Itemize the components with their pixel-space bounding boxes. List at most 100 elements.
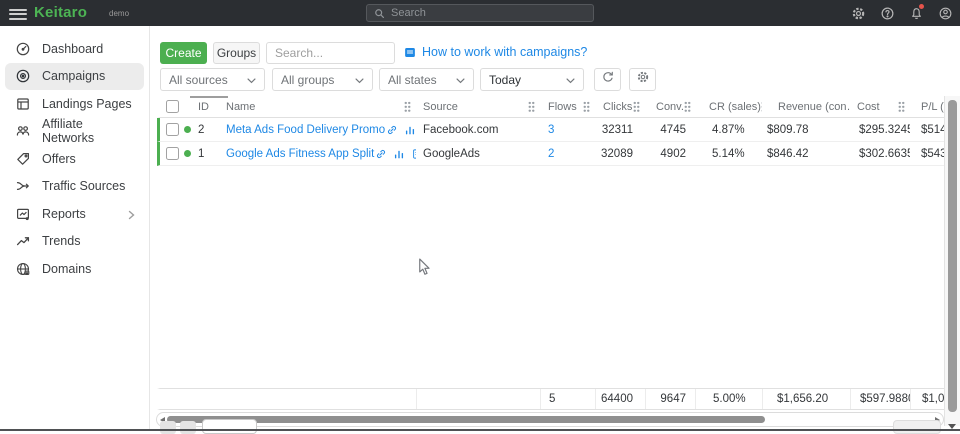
- settings-gear-icon[interactable]: [849, 4, 867, 22]
- drag-handle-icon[interactable]: [898, 101, 905, 112]
- rows-per-page-select[interactable]: [202, 419, 257, 434]
- drag-handle-icon[interactable]: [404, 101, 411, 112]
- pagination-prev-button[interactable]: [160, 421, 176, 434]
- campaign-name-link[interactable]: Meta Ads Food Delivery Promo: [226, 124, 385, 136]
- pl-value: $543: [910, 148, 944, 160]
- notifications-bell-icon[interactable]: [907, 4, 925, 22]
- campaign-stats-icon[interactable]: [392, 147, 405, 160]
- sidebar: Dashboard Campaigns Landings Pages Affil…: [0, 26, 150, 430]
- sidebar-item-traffic-sources[interactable]: Traffic Sources: [5, 173, 144, 201]
- manual-book-icon: [404, 46, 416, 59]
- row-checkbox[interactable]: [166, 147, 179, 160]
- sources-filter-dropdown[interactable]: All sources: [160, 68, 265, 91]
- clicks-value: 32089: [595, 148, 645, 160]
- window-bottom-edge: [0, 429, 960, 431]
- campaigns-icon: [14, 68, 31, 85]
- pagination-right-button[interactable]: [893, 420, 941, 434]
- hamburger-menu-icon[interactable]: [9, 6, 27, 20]
- help-campaigns-link[interactable]: How to work with campaigns?: [404, 45, 587, 59]
- conversions-value: 4902: [645, 148, 695, 160]
- totals-revenue: $1,656.20: [762, 389, 850, 409]
- row-checkbox[interactable]: [166, 123, 179, 136]
- column-header-cost[interactable]: Cost: [850, 101, 910, 113]
- drag-handle-icon[interactable]: [633, 101, 640, 112]
- groups-filter-dropdown[interactable]: All groups: [272, 68, 373, 91]
- help-icon[interactable]: [878, 4, 896, 22]
- column-header-flows[interactable]: Flows: [540, 101, 595, 113]
- global-search[interactable]: [366, 4, 594, 22]
- keitaro-app: Keitaro demo: [0, 0, 960, 434]
- sidebar-item-label: Campaigns: [42, 69, 105, 83]
- drag-handle-icon[interactable]: [583, 101, 590, 112]
- sidebar-item-reports[interactable]: Reports: [5, 200, 144, 228]
- campaign-link-icon[interactable]: [385, 123, 398, 136]
- column-header-source[interactable]: Source: [416, 101, 540, 113]
- table-row: 2 Meta Ads Food Delivery Promo Facebook.…: [157, 118, 944, 142]
- chevron-right-icon: [128, 209, 135, 223]
- campaign-source: GoogleAds: [416, 148, 540, 160]
- sidebar-item-label: Traffic Sources: [42, 179, 125, 193]
- totals-clicks: 64400: [595, 389, 645, 409]
- sidebar-item-campaigns[interactable]: Campaigns: [5, 63, 144, 91]
- chevron-down-icon: [355, 73, 364, 87]
- create-button[interactable]: Create: [160, 42, 207, 64]
- drag-handle-icon[interactable]: [528, 101, 535, 112]
- totals-conv: 9647: [645, 389, 695, 409]
- gear-icon: [636, 70, 650, 89]
- pagination-next-button[interactable]: [180, 421, 196, 434]
- global-search-input[interactable]: [391, 7, 587, 19]
- column-header-revenue[interactable]: Revenue (con…: [762, 101, 850, 113]
- flows-link[interactable]: 2: [548, 148, 554, 160]
- campaign-link-icon[interactable]: [374, 147, 387, 160]
- table-row: 1 Google Ads Fitness App Split GoogleAds…: [157, 142, 944, 166]
- profile-icon[interactable]: [936, 4, 954, 22]
- mouse-cursor: [418, 258, 431, 282]
- flows-link[interactable]: 3: [548, 124, 554, 136]
- app-logo[interactable]: Keitaro: [34, 4, 87, 21]
- sidebar-item-dashboard[interactable]: Dashboard: [5, 35, 144, 63]
- conversions-value: 4745: [645, 124, 695, 136]
- groups-button[interactable]: Groups: [213, 42, 260, 64]
- table-totals-row: 5 64400 9647 5.00% $1,656.20 $597.9880 $…: [157, 388, 944, 410]
- totals-cr: 5.00%: [695, 389, 762, 409]
- refresh-button[interactable]: [594, 68, 621, 91]
- column-header-clicks[interactable]: Clicks: [595, 101, 645, 113]
- sidebar-item-label: Offers: [42, 152, 76, 166]
- sidebar-item-offers[interactable]: Offers: [5, 145, 144, 173]
- topbar: Keitaro demo: [0, 0, 960, 26]
- sidebar-item-landings-pages[interactable]: Landings Pages: [5, 90, 144, 118]
- sidebar-item-domains[interactable]: Domains: [5, 255, 144, 283]
- sidebar-item-affiliate-networks[interactable]: Affiliate Networks: [5, 118, 144, 146]
- status-dot-active: [184, 126, 191, 133]
- column-header-id[interactable]: ID: [196, 101, 224, 113]
- campaign-name-link[interactable]: Google Ads Fitness App Split: [226, 148, 374, 160]
- vertical-scrollbar-thumb[interactable]: [948, 100, 957, 412]
- chevron-down-icon: [456, 73, 465, 87]
- totals-cost: $597.9880: [850, 389, 910, 409]
- drag-handle-icon[interactable]: [684, 101, 691, 112]
- sidebar-item-trends[interactable]: Trends: [5, 228, 144, 256]
- column-header-name[interactable]: Name: [224, 101, 416, 113]
- states-filter-dropdown[interactable]: All states: [379, 68, 474, 91]
- date-range-dropdown[interactable]: Today: [480, 68, 584, 91]
- sort-indicator: [190, 96, 228, 98]
- sidebar-item-label: Affiliate Networks: [42, 117, 135, 145]
- campaign-stats-icon[interactable]: [403, 123, 416, 136]
- column-header-cr[interactable]: CR (sales): [695, 101, 762, 113]
- column-header-pl[interactable]: P/L (: [910, 101, 944, 113]
- horizontal-scrollbar[interactable]: [156, 412, 944, 427]
- search-icon: [373, 7, 386, 20]
- sidebar-item-label: Domains: [42, 262, 91, 276]
- select-all-checkbox[interactable]: [166, 100, 179, 113]
- table-settings-button[interactable]: [629, 68, 656, 91]
- dashboard-icon: [14, 40, 31, 57]
- column-header-conv[interactable]: Conv.: [645, 101, 695, 113]
- revenue-value: $846.42: [762, 148, 850, 160]
- campaign-id: 2: [196, 124, 224, 136]
- vertical-scrollbar[interactable]: [944, 96, 960, 426]
- offers-icon: [14, 150, 31, 167]
- cr-value: 4.87%: [695, 124, 762, 136]
- traffic-sources-icon: [14, 178, 31, 195]
- campaign-search-input[interactable]: [266, 42, 395, 64]
- demo-badge: demo: [109, 9, 129, 18]
